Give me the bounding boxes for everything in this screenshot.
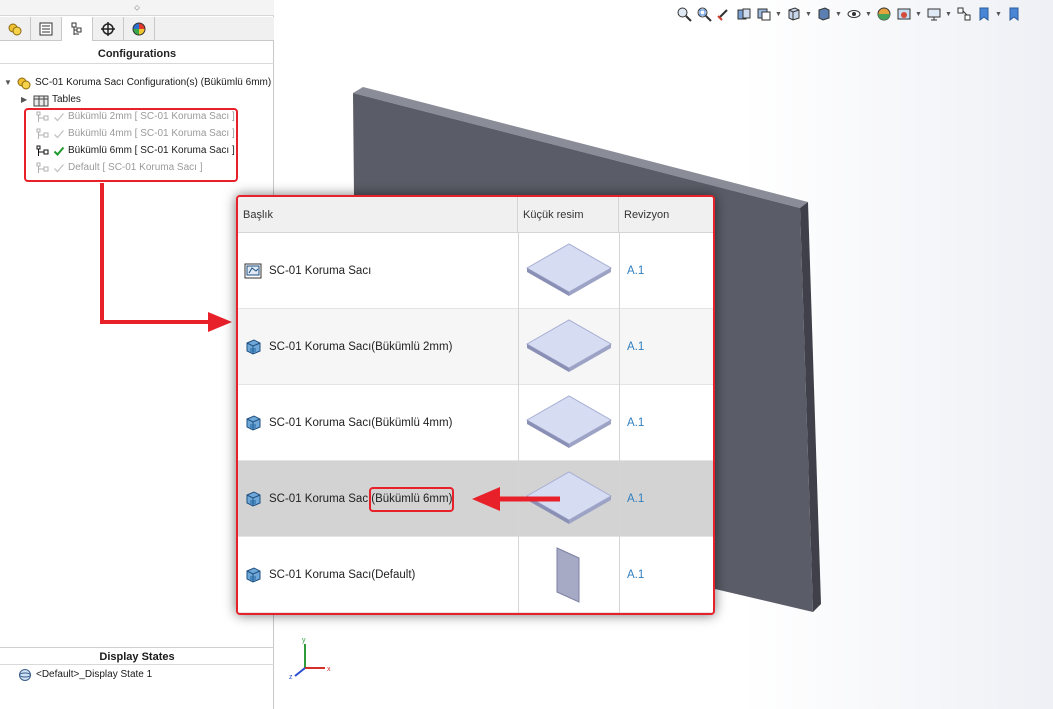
panel-grip[interactable]: ⬦	[0, 0, 274, 16]
col-header-revision[interactable]: Revizyon	[619, 197, 713, 233]
crosshair-icon	[101, 21, 115, 36]
tab-display-manager[interactable]	[124, 17, 155, 40]
coordinate-triad: y x z	[289, 637, 331, 680]
tab-dimxpert-manager[interactable]	[93, 17, 124, 40]
configuration-table-overlay: Başlık Küçük resim Revizyon SC-01 Koruma…	[236, 195, 715, 615]
table-row[interactable]: SC-01 Koruma Sacı(Bükümlü 2mm) A.1	[238, 309, 713, 385]
title-cell: SC-01 Koruma Sacı(Default)	[238, 537, 518, 613]
configuration-manager-panel: ⬦ Configurations ▼ SC-01 Koruma Sacı Con…	[0, 0, 274, 709]
row-title: SC-01 Koruma Sacı(Default)	[269, 569, 416, 581]
drawing-icon	[243, 261, 263, 281]
configuration-icon	[71, 22, 82, 35]
thumbnail-cell	[518, 233, 619, 309]
triad-x-label: x	[327, 666, 331, 673]
title-cell: SC-01 Koruma Sacı(Bükümlü 4mm)	[238, 385, 518, 461]
thumbnail-cell	[518, 461, 619, 537]
part-icon	[243, 337, 263, 357]
revision-link[interactable]: A.1	[627, 569, 644, 581]
title-cell: SC-01 Koruma Sacı	[238, 233, 518, 309]
gear-yellow-icon	[8, 23, 22, 35]
table-row[interactable]: SC-01 Koruma Sacı(Bükümlü 4mm) A.1	[238, 385, 713, 461]
row-title: SC-01 Koruma Sacı(Bükümlü 2mm)	[269, 341, 453, 353]
annotation-box-bukumlu-6mm	[369, 487, 454, 512]
display-state-icon	[18, 668, 33, 682]
revision-cell: A.1	[619, 309, 713, 385]
tables-label: Tables	[52, 94, 81, 105]
part-icon	[243, 565, 263, 585]
revision-cell: A.1	[619, 233, 713, 309]
thumbnail-image	[523, 242, 615, 301]
table-row[interactable]: SC-01 Koruma Sacı(Default) A.1	[238, 537, 713, 613]
triad-z-label: z	[289, 674, 293, 680]
table-folder-icon	[33, 93, 49, 107]
display-states-title: Display States	[0, 647, 274, 665]
config-root[interactable]: SC-01 Koruma Sacı Configuration(s) (Bükü…	[16, 74, 271, 91]
tab-property-manager[interactable]	[31, 17, 62, 40]
thumbnail-cell	[518, 385, 619, 461]
thumbnail-image	[523, 470, 615, 529]
part-icon	[243, 413, 263, 433]
config-root-label: SC-01 Koruma Sacı Configuration(s) (Bükü…	[35, 77, 272, 88]
revision-link[interactable]: A.1	[627, 341, 644, 353]
revision-link[interactable]: A.1	[627, 493, 644, 505]
table-header: Başlık Küçük resim Revizyon	[238, 197, 713, 233]
title-cell: SC-01 Koruma Sacı(Bükümlü 2mm)	[238, 309, 518, 385]
col-header-thumbnail[interactable]: Küçük resim	[518, 197, 619, 233]
list-icon	[39, 22, 53, 35]
part-configurations-icon	[16, 76, 32, 90]
revision-cell: A.1	[619, 385, 713, 461]
thumbnail-image	[523, 318, 615, 377]
thumbnail-cell	[518, 537, 619, 613]
table-row[interactable]: SC-01 Koruma Sacı A.1	[238, 233, 713, 309]
tab-feature-manager[interactable]	[0, 17, 31, 40]
solidworks-window: ⬦ Configurations ▼ SC-01 Koruma Sacı Con…	[0, 0, 1053, 709]
thumbnail-cell	[518, 309, 619, 385]
revision-link[interactable]: A.1	[627, 265, 644, 277]
table-row[interactable]: SC-01 Koruma Sacı(Bükümlü 6mm) A.1	[238, 461, 713, 537]
tab-configuration-manager[interactable]	[62, 17, 93, 41]
color-wheel-icon	[132, 22, 146, 35]
display-state-label: <Default>_Display State 1	[36, 669, 153, 680]
collapse-arrow[interactable]: ▼	[4, 78, 12, 87]
part-icon	[243, 489, 263, 509]
manager-tabs	[0, 17, 274, 41]
row-title: SC-01 Koruma Sacı(Bükümlü 4mm)	[269, 417, 453, 429]
annotation-box-configs	[24, 108, 238, 182]
revision-cell: A.1	[619, 537, 713, 613]
expand-arrow[interactable]: ▶	[21, 95, 27, 104]
thumbnail-image	[523, 394, 615, 453]
col-header-title[interactable]: Başlık	[238, 197, 518, 233]
revision-cell: A.1	[619, 461, 713, 537]
configurations-title: Configurations	[0, 44, 274, 64]
thumbnail-image	[539, 542, 599, 609]
tables-item[interactable]: Tables	[33, 91, 81, 108]
display-state-item[interactable]: <Default>_Display State 1	[18, 666, 152, 683]
row-title: SC-01 Koruma Sacı	[269, 265, 372, 277]
revision-link[interactable]: A.1	[627, 417, 644, 429]
triad-y-label: y	[302, 637, 306, 644]
